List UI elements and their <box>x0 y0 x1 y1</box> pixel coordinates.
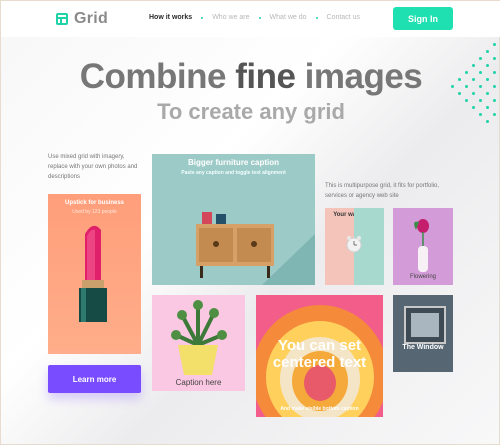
plant-image <box>171 300 227 375</box>
page: Grid How it works Who we are What we do … <box>0 0 500 445</box>
decorative-dot <box>493 99 496 102</box>
hero-title-highlight: fine <box>229 57 302 96</box>
tile-lipstick-title: Upstick for business <box>64 200 124 206</box>
decorative-dot <box>479 85 482 88</box>
nav-separator <box>201 16 204 19</box>
tile-window[interactable]: The Window <box>393 295 453 372</box>
main-nav: How it works Who we are What we do Conta… <box>149 14 360 21</box>
decorative-dot <box>479 113 482 116</box>
decorative-dot <box>458 92 461 95</box>
nav-separator <box>258 16 261 19</box>
decorative-dot <box>486 120 489 123</box>
grid-logo-icon <box>56 13 68 25</box>
tile-centered-text[interactable]: You can set centered text And make visib… <box>256 295 383 417</box>
tile-centered-title: You can set centered text <box>272 337 367 371</box>
logo-text: Grid <box>74 10 109 27</box>
tile-window-title: The Window <box>402 344 444 351</box>
tile-centered-subtitle: And make visible bottom caption <box>280 406 359 412</box>
decorative-dot <box>472 92 475 95</box>
hero-subtitle: To create any grid <box>157 99 345 124</box>
decorative-dot <box>465 85 468 88</box>
learn-more-button[interactable]: Learn more <box>48 365 141 393</box>
decorative-dot <box>486 92 489 95</box>
nav-contact-us[interactable]: Contact us <box>327 14 360 21</box>
decorative-dots <box>451 43 500 133</box>
decorative-dot <box>493 113 496 116</box>
header: Grid How it works Who we are What we do … <box>1 1 500 37</box>
nav-what-we-do[interactable]: What we do <box>270 14 307 21</box>
hero-title-pre: Combine <box>79 57 227 96</box>
tile-furniture[interactable]: Bigger furniture caption Paste any capti… <box>152 154 315 285</box>
decorative-dot <box>493 57 496 60</box>
tile-lipstick[interactable]: Upstick for business Used by 123 people <box>48 194 141 354</box>
tile-plant[interactable]: Caption here <box>152 295 245 391</box>
tile-flowering-title: Flowering <box>409 274 436 280</box>
nav-how-it-works[interactable]: How it works <box>149 14 192 21</box>
decorative-dot <box>486 78 489 81</box>
alarm-clock-image <box>346 208 384 285</box>
nav-who-we-are[interactable]: Who we are <box>212 14 249 21</box>
logo[interactable]: Grid <box>56 10 108 28</box>
window-image <box>404 306 446 344</box>
decorative-dot <box>472 78 475 81</box>
decorative-dot <box>458 78 461 81</box>
decorative-dot <box>493 43 496 46</box>
decorative-dot <box>465 99 468 102</box>
decorative-dot <box>472 64 475 67</box>
lipstick-image <box>79 225 107 322</box>
tile-lipstick-subtitle: Used by 123 people <box>72 209 117 215</box>
decorative-dot <box>472 106 475 109</box>
decorative-dot <box>451 85 454 88</box>
tile-wakeuper[interactable]: Your wakeuper <box>325 208 384 285</box>
tile-plant-title: Caption here <box>175 378 222 387</box>
tile-flowering[interactable]: Flowering <box>393 208 453 285</box>
decorative-dot <box>486 50 489 53</box>
decorative-dot <box>479 99 482 102</box>
decorative-dot <box>465 71 468 74</box>
hero-title-post: images <box>304 57 423 96</box>
nav-separator <box>315 16 318 19</box>
intro-right-text: This is multipurpose grid, it fits for p… <box>325 183 440 199</box>
intro-left-text: Use mixed grid with imagery, replace wit… <box>48 154 138 180</box>
decorative-dot <box>493 85 496 88</box>
decorative-dot <box>479 57 482 60</box>
decorative-dot <box>486 106 489 109</box>
decorative-dot <box>486 64 489 67</box>
sign-in-button[interactable]: Sign In <box>393 7 453 30</box>
decorative-dot <box>479 71 482 74</box>
decorative-dot <box>493 71 496 74</box>
furniture-image <box>196 212 315 285</box>
hero-title: Combine fine images <box>1 57 500 97</box>
